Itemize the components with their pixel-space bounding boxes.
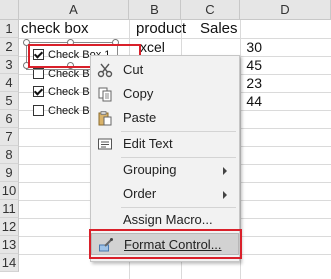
select-all-corner[interactable] (0, 0, 19, 20)
row-header-12[interactable]: 12 (0, 218, 19, 236)
menu-item-assign-macro[interactable]: Assign Macro... (91, 209, 239, 231)
checkbox-checked-icon (33, 85, 44, 97)
column-header-d[interactable]: D (240, 0, 331, 20)
row-header-11[interactable]: 11 (0, 200, 19, 218)
menu-item-cut[interactable]: Cut (91, 59, 239, 81)
row-header-2[interactable]: 2 (0, 38, 19, 56)
row-header-4[interactable]: 4 (0, 74, 19, 92)
menu-label-copy: Copy (123, 86, 154, 101)
menu-label-order: Order (123, 186, 157, 201)
menu-item-order[interactable]: Order (91, 183, 239, 205)
copy-icon (98, 87, 112, 102)
row-header-7[interactable]: 7 (0, 128, 19, 146)
row-header-8[interactable]: 8 (0, 146, 19, 164)
gridline (19, 38, 331, 39)
row-header-6[interactable]: 6 (0, 110, 19, 128)
highlight-box-format-control (89, 229, 242, 259)
checkbox-control-3[interactable]: Check Bo (33, 83, 96, 101)
cell-c1[interactable]: Sales (200, 20, 238, 38)
checkbox-control-4[interactable]: Check Bo (33, 102, 96, 120)
submenu-arrow-icon (223, 167, 227, 175)
row-header-3[interactable]: 3 (0, 56, 19, 74)
cell-c3[interactable]: 45 (240, 56, 262, 74)
row-header-14[interactable]: 14 (0, 254, 19, 272)
cell-c2[interactable]: 30 (240, 38, 262, 56)
checkbox-unchecked-icon (33, 104, 44, 116)
submenu-arrow-icon (223, 191, 227, 199)
menu-label-assign-macro: Assign Macro... (123, 212, 213, 227)
menu-label-grouping: Grouping (123, 162, 177, 177)
cell-a1[interactable]: check box (21, 20, 89, 38)
row-header-10[interactable]: 10 (0, 182, 19, 200)
row-header-1[interactable]: 1 (0, 20, 19, 38)
column-header-c[interactable]: C (181, 0, 240, 20)
menu-separator (121, 131, 236, 132)
paste-icon (98, 111, 112, 126)
row-header-9[interactable]: 9 (0, 164, 19, 182)
checkbox-label: Check Bo (48, 105, 96, 117)
menu-item-paste[interactable]: Paste (91, 107, 239, 129)
text-box-icon (98, 138, 112, 150)
cell-c4[interactable]: 23 (240, 74, 262, 92)
menu-label-edit-text: Edit Text (123, 136, 173, 151)
menu-label-paste: Paste (123, 110, 157, 125)
menu-item-copy[interactable]: Copy (91, 83, 239, 105)
menu-label-cut: Cut (123, 62, 144, 77)
menu-separator (121, 207, 236, 208)
column-header-a[interactable]: A (19, 0, 129, 20)
cell-b2[interactable]: xcel (140, 38, 165, 56)
menu-item-edit-text[interactable]: Edit Text (91, 133, 239, 155)
column-header-b[interactable]: B (129, 0, 181, 20)
checkbox-label: Check Bo (48, 86, 96, 98)
cell-b1[interactable]: product (136, 20, 186, 38)
menu-item-grouping[interactable]: Grouping (91, 159, 239, 181)
menu-separator (121, 157, 236, 158)
scissors-icon (97, 63, 113, 78)
row-header-5[interactable]: 5 (0, 92, 19, 110)
cell-c5[interactable]: 44 (240, 92, 262, 110)
row-header-13[interactable]: 13 (0, 236, 19, 254)
